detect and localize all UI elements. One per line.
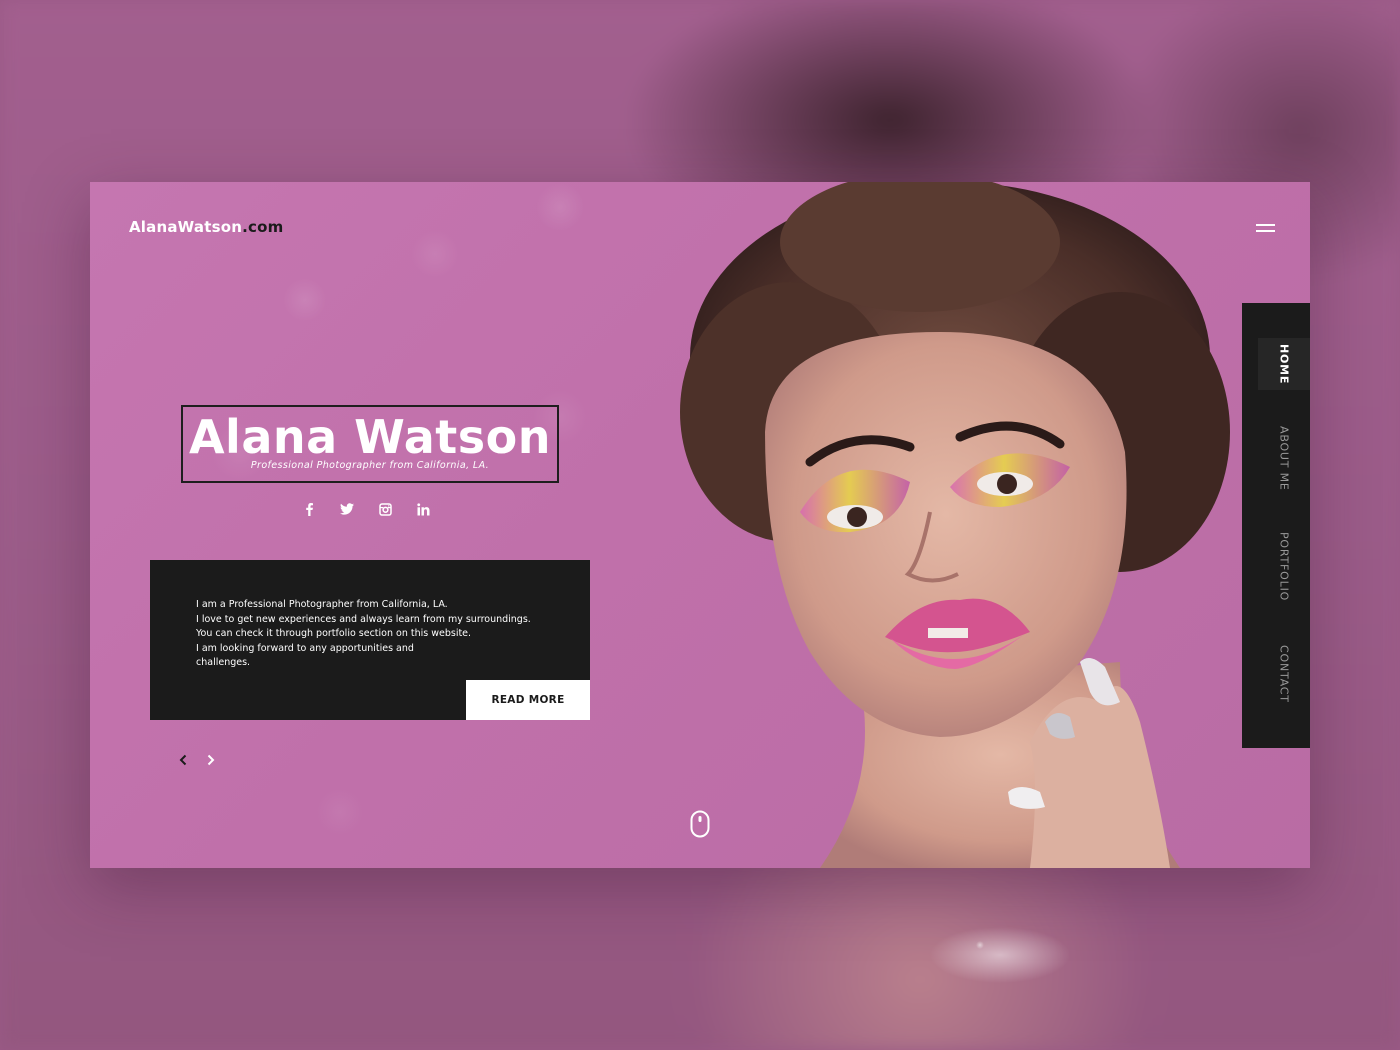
nav-label: PORTFOLIO [1277, 532, 1291, 602]
nav-label: CONTACT [1277, 645, 1291, 703]
nav-item-contact[interactable]: CONTACT [1258, 641, 1310, 707]
nav-label: ABOUT ME [1277, 425, 1291, 491]
site-logo[interactable]: AlanaWatson.com [129, 218, 283, 236]
nav-label: HOME [1277, 343, 1291, 385]
facebook-icon[interactable] [300, 500, 318, 518]
chevron-left-icon[interactable] [176, 752, 190, 768]
about-line: challenges. [196, 657, 251, 668]
about-panel: I am a Professional Photographer from Ca… [150, 560, 590, 720]
side-navigation: HOME ABOUT ME PORTFOLIO CONTACT [1242, 303, 1310, 748]
hero-title-box: Alana Watson Professional Photographer f… [181, 405, 559, 483]
about-line: I love to get new experiences and always… [196, 613, 531, 625]
scroll-mouse-icon[interactable] [690, 810, 710, 838]
instagram-icon[interactable] [376, 500, 394, 518]
hero-card: AlanaWatson.com Alana Watson Professiona… [90, 182, 1310, 868]
linkedin-icon[interactable] [414, 500, 432, 518]
hero-name: Alana Watson [188, 410, 552, 464]
nav-item-home[interactable]: HOME [1258, 338, 1310, 390]
about-line: I am a Professional Photographer from Ca… [196, 599, 448, 610]
menu-line-bottom [1256, 230, 1275, 232]
chevron-right-icon[interactable] [204, 752, 218, 768]
nav-item-about-me[interactable]: ABOUT ME [1258, 421, 1310, 495]
about-text: I am a Professional Photographer from Ca… [196, 598, 556, 671]
nav-item-portfolio[interactable]: PORTFOLIO [1258, 527, 1310, 607]
about-line: I am looking forward to any apportunitie… [196, 642, 414, 654]
logo-main: AlanaWatson [129, 218, 243, 236]
read-more-button[interactable]: READ MORE [466, 680, 590, 720]
portrait-photo [680, 182, 1230, 868]
menu-line-top [1256, 224, 1275, 226]
about-line: You can check it through portfolio secti… [196, 628, 472, 639]
slider-arrows [176, 752, 218, 768]
hero-subtitle: Professional Photographer from Californi… [250, 460, 490, 471]
twitter-icon[interactable] [338, 500, 356, 518]
menu-icon[interactable] [1253, 220, 1277, 236]
logo-suffix: .com [242, 218, 284, 236]
social-links [300, 500, 432, 518]
